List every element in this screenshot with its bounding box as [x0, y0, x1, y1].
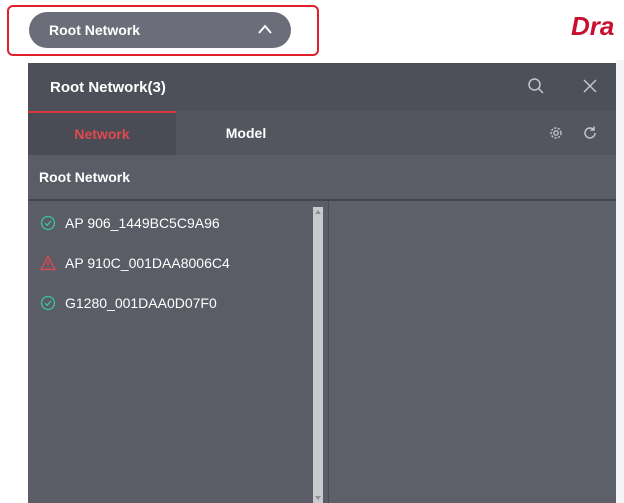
root-network-selector-label: Root Network — [49, 22, 140, 38]
device-name: G1280_001DAA0D07F0 — [65, 295, 217, 311]
gear-icon[interactable] — [548, 125, 564, 141]
tab-model-label: Model — [225, 125, 267, 141]
section-header: Root Network — [28, 155, 616, 201]
scroll-down-arrow-icon[interactable] — [315, 496, 321, 500]
device-list-item[interactable]: AP 906_1449BC5C9A96 — [28, 206, 312, 242]
device-list-item[interactable]: G1280_001DAA0D07F0 — [28, 286, 312, 322]
tab-bar: Network Model — [28, 111, 616, 155]
panel-header: Root Network(3) — [28, 63, 616, 111]
chevron-up-icon — [258, 24, 272, 34]
refresh-icon[interactable] — [582, 125, 598, 141]
search-icon[interactable] — [527, 77, 545, 95]
panel-title: Root Network(3) — [50, 79, 166, 96]
check-circle-icon — [40, 295, 56, 311]
tab-model[interactable]: Model — [176, 111, 316, 155]
scroll-up-arrow-icon[interactable] — [315, 210, 321, 214]
close-icon[interactable] — [581, 77, 599, 95]
device-name: AP 906_1449BC5C9A96 — [65, 215, 220, 231]
check-circle-icon — [40, 215, 56, 231]
root-network-selector[interactable]: Root Network — [29, 12, 291, 48]
device-name: AP 910C_001DAA8006C4 — [65, 255, 230, 271]
brand-logo: Dra — [571, 11, 615, 41]
tab-network-label: Network — [74, 126, 130, 142]
list-scrollbar[interactable] — [313, 207, 323, 503]
device-list-item[interactable]: AP 910C_001DAA8006C4 — [28, 246, 312, 282]
warning-triangle-icon — [40, 255, 56, 271]
network-panel: Root Network(3) Network Model Root Netwo… — [28, 63, 616, 503]
device-list: AP 906_1449BC5C9A96 AP 910C_001DAA8006C4… — [28, 201, 312, 503]
detail-pane — [329, 201, 616, 503]
tab-network[interactable]: Network — [28, 111, 176, 155]
section-title: Root Network — [39, 169, 130, 185]
background-page — [616, 60, 624, 503]
